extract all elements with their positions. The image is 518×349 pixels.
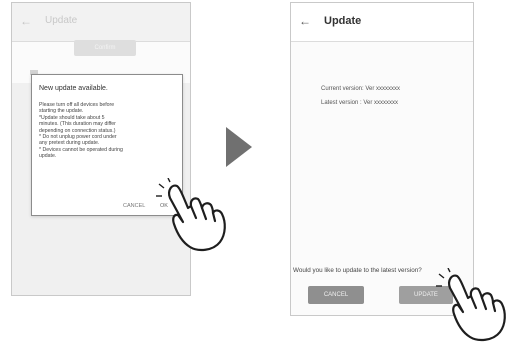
cancel-button[interactable]: CANCEL	[308, 286, 364, 304]
back-arrow-icon[interactable]: ←	[299, 14, 311, 28]
dialog-title: New update available.	[39, 85, 108, 92]
next-step-arrow-icon	[226, 127, 252, 167]
tapping-hand-icon	[156, 178, 226, 252]
dialog-cancel-button[interactable]: CANCEL	[123, 203, 145, 209]
page-title-left: Update	[45, 15, 78, 26]
latest-version-text: Latest version : Ver xxxxxxxx	[321, 100, 399, 106]
update-question-text: Would you like to update to the latest v…	[293, 267, 422, 274]
dialog-line: update.	[39, 153, 57, 160]
dialog-message: Please turn off all devices before start…	[39, 102, 179, 160]
current-version-text: Current version: Ver xxxxxxxx	[321, 86, 401, 92]
back-arrow-icon[interactable]: ←	[20, 14, 32, 28]
page-title-right: Update	[324, 15, 362, 27]
header-right: ← Update	[291, 3, 473, 42]
tapping-hand-icon	[436, 268, 506, 342]
confirm-button[interactable]: Confirm	[74, 40, 136, 56]
header-left: ← Update	[12, 3, 190, 42]
